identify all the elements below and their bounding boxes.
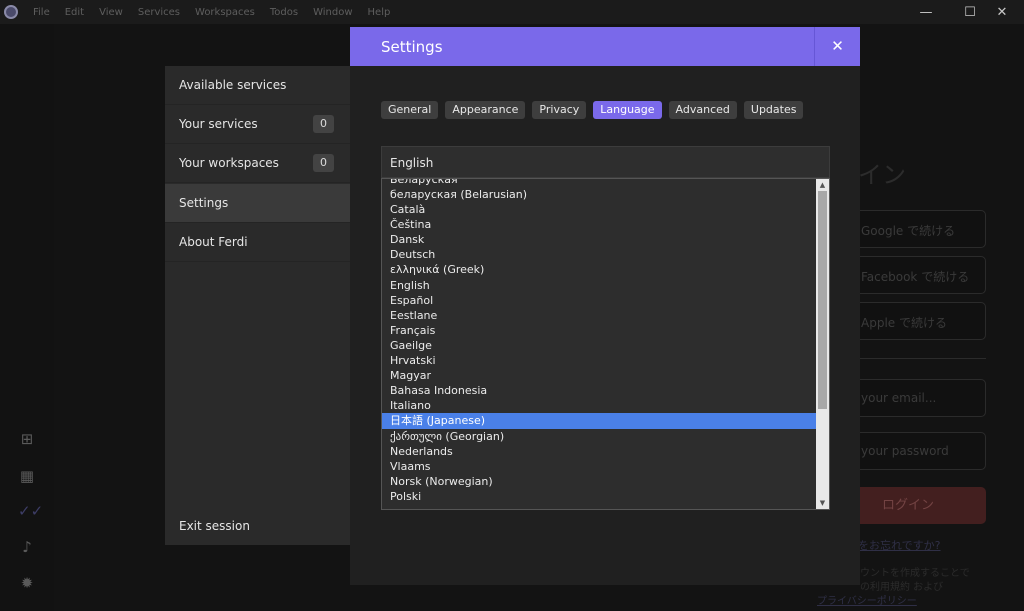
tab-language[interactable]: Language	[593, 101, 662, 119]
menu-view[interactable]: View	[99, 7, 123, 18]
settings-sidebar: Available services Your services 0 Your …	[165, 66, 350, 545]
menu-services[interactable]: Services	[138, 7, 180, 18]
sidebar-item-your-workspaces[interactable]: Your workspaces 0	[165, 144, 350, 183]
sidebar-item-label: Your workspaces	[179, 156, 279, 170]
sidebar-item-your-services[interactable]: Your services 0	[165, 105, 350, 144]
close-icon[interactable]: ✕	[980, 0, 1024, 24]
language-option[interactable]: Magyar	[382, 368, 817, 383]
dialog-header: Settings ✕	[350, 27, 860, 66]
language-option[interactable]: Dansk	[382, 232, 817, 247]
count-badge: 0	[313, 154, 334, 172]
tab-privacy[interactable]: Privacy	[532, 101, 587, 119]
menu-todos[interactable]: Todos	[270, 7, 298, 18]
language-option[interactable]: Español	[382, 293, 817, 308]
language-option[interactable]: беларуская (Belarusian)	[382, 187, 817, 202]
sidebar-item-label: Your services	[179, 117, 258, 131]
plus-icon[interactable]: ⊞	[18, 430, 36, 448]
scroll-down-icon[interactable]: ▼	[816, 497, 829, 509]
exit-session-button[interactable]: Exit session	[179, 519, 250, 533]
language-option[interactable]: Polski	[382, 489, 817, 504]
language-option[interactable]: ελληνικά (Greek)	[382, 262, 817, 277]
service-rail: ⊞ ▦ ✓✓ ♪ ✹	[0, 24, 54, 611]
tab-advanced[interactable]: Advanced	[668, 101, 737, 119]
settings-tabs: General Appearance Privacy Language Adva…	[381, 101, 810, 119]
language-option[interactable]: Bahasa Indonesia	[382, 383, 817, 398]
language-option[interactable]: English	[382, 278, 817, 293]
window-titlebar: File Edit View Services Workspaces Todos…	[0, 0, 1024, 24]
checkmarks-icon[interactable]: ✓✓	[18, 502, 43, 520]
sidebar-item-label: Settings	[179, 196, 229, 210]
language-option[interactable]: Eestlane	[382, 308, 817, 323]
language-dropdown-list[interactable]: Беларуская беларуская (Belarusian) Català Č…	[381, 178, 830, 510]
sidebar-item-label: About Ferdi	[179, 235, 248, 249]
menu-workspaces[interactable]: Workspaces	[195, 7, 255, 18]
menu-file[interactable]: File	[33, 7, 50, 18]
scroll-up-icon[interactable]: ▲	[816, 179, 829, 191]
language-option[interactable]: Nederlands	[382, 444, 817, 459]
grid-icon[interactable]: ▦	[18, 467, 36, 485]
minimize-icon[interactable]: —	[904, 0, 948, 24]
tab-updates[interactable]: Updates	[743, 101, 804, 119]
sidebar-item-label: Available services	[179, 78, 287, 92]
language-option[interactable]: Vlaams	[382, 459, 817, 474]
dropdown-scrollbar[interactable]: ▲ ▼	[816, 179, 829, 509]
menu-help[interactable]: Help	[368, 7, 391, 18]
language-option[interactable]: Français	[382, 323, 817, 338]
tab-appearance[interactable]: Appearance	[445, 101, 526, 119]
language-option[interactable]: Italiano	[382, 398, 817, 413]
language-option[interactable]: Deutsch	[382, 247, 817, 262]
ferdi-logo-icon	[4, 5, 18, 19]
tab-general[interactable]: General	[381, 101, 439, 119]
language-option[interactable]: Català	[382, 202, 817, 217]
menu-edit[interactable]: Edit	[65, 7, 84, 18]
language-option[interactable]: Čeština	[382, 217, 817, 232]
gear-icon[interactable]: ✹	[18, 574, 36, 592]
sidebar-item-settings[interactable]: Settings	[165, 184, 350, 223]
sidebar-item-about[interactable]: About Ferdi	[165, 223, 350, 262]
language-select[interactable]: English	[381, 146, 830, 178]
dialog-title: Settings	[381, 38, 443, 56]
language-option[interactable]: Hrvatski	[382, 353, 817, 368]
option-list: Беларуская беларуская (Belarusian) Català Č…	[382, 179, 817, 504]
language-option[interactable]: Norsk (Norwegian)	[382, 474, 817, 489]
count-badge: 0	[313, 115, 334, 133]
language-option[interactable]: Gaeilge	[382, 338, 817, 353]
language-option[interactable]: Беларуская	[382, 179, 817, 187]
bell-icon[interactable]: ♪	[18, 538, 36, 556]
language-option[interactable]: 日本語 (Japanese)	[382, 413, 817, 429]
scroll-thumb[interactable]	[818, 191, 827, 409]
language-option[interactable]: ქართული (Georgian)	[382, 429, 817, 444]
close-dialog-button[interactable]: ✕	[814, 27, 860, 66]
menu-window[interactable]: Window	[313, 7, 352, 18]
sidebar-item-available-services[interactable]: Available services	[165, 66, 350, 105]
